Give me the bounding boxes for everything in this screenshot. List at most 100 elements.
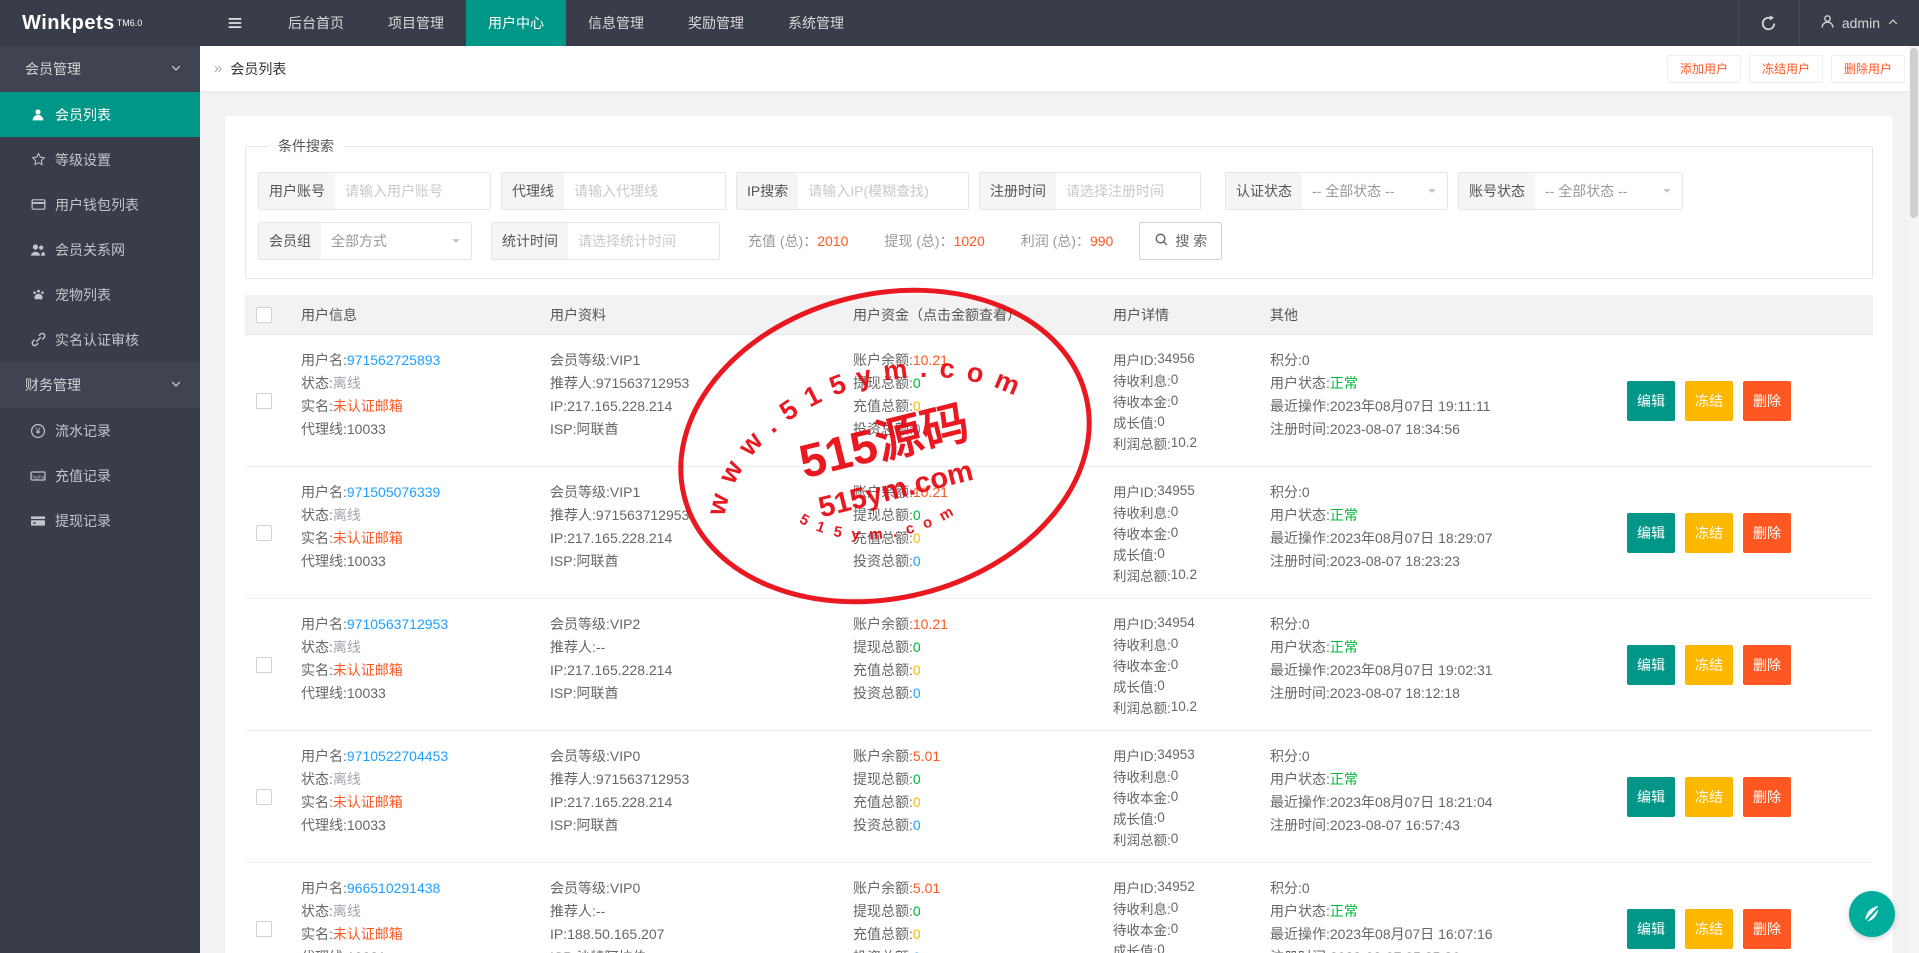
search-button[interactable]: 搜 索 (1139, 222, 1223, 260)
row-checkbox[interactable] (256, 392, 272, 409)
field-value[interactable]: 10.21 (913, 616, 948, 632)
sidebar-item-1-5[interactable]: 宠物列表 (0, 272, 200, 317)
field-value[interactable]: 0 (913, 949, 921, 953)
sidebar-group-1[interactable]: 会员管理 (0, 46, 200, 92)
field-value[interactable]: 5.01 (913, 880, 940, 896)
stat-label: 利润 (总)： (1020, 233, 1090, 249)
field-label: 积分: (1270, 351, 1302, 368)
nav-item-6[interactable]: 系统管理 (766, 0, 866, 46)
delete-button[interactable]: 删除 (1743, 908, 1791, 949)
sidebar-item-1-4[interactable]: 会员关系网 (0, 227, 200, 272)
freeze-button[interactable]: 冻结 (1685, 776, 1733, 817)
search-input[interactable] (1056, 173, 1200, 209)
column-header-1: 用户信息 (301, 306, 357, 323)
edit-button[interactable]: 编辑 (1627, 512, 1675, 553)
field-value[interactable]: 9710563712953 (347, 616, 448, 632)
field-value: 10031 (347, 949, 386, 953)
field-value[interactable]: 971505076339 (347, 484, 440, 500)
edit-button[interactable]: 编辑 (1627, 380, 1675, 421)
table-body: 用户名: 971562725893 状态: 离线 实名: 未认证邮箱 代理线: 100… (245, 335, 1873, 953)
edit-button[interactable]: 编辑 (1627, 776, 1675, 817)
search-select[interactable]: -- 全部状态 -- (1535, 173, 1682, 209)
sidebar-item-1-3[interactable]: 用户钱包列表 (0, 182, 200, 227)
field-value[interactable]: 10.21 (913, 352, 948, 368)
edit-button[interactable]: 编辑 (1627, 908, 1675, 949)
search-input[interactable] (568, 223, 719, 259)
search-input[interactable] (564, 173, 725, 209)
delete-button[interactable]: 删除 (1743, 776, 1791, 817)
hamburger-icon[interactable] (214, 0, 256, 46)
delete-button[interactable]: 删除 (1743, 380, 1791, 421)
field-value[interactable]: 0 (913, 662, 921, 678)
search-select[interactable]: 全部方式 (321, 223, 471, 259)
field-value[interactable]: 0 (913, 926, 921, 942)
sidebar-group-2[interactable]: 财务管理 (0, 362, 200, 408)
sidebar-item-2-3[interactable]: 提现记录 (0, 498, 200, 543)
field-value[interactable]: 0 (913, 507, 921, 523)
field-value[interactable]: 9710522704453 (347, 748, 448, 764)
field-value[interactable]: 0 (913, 639, 921, 655)
field-value[interactable]: 10.21 (913, 484, 948, 500)
field-value[interactable]: 0 (913, 375, 921, 391)
row-checkbox[interactable] (256, 920, 272, 937)
row-checkbox[interactable] (256, 788, 272, 805)
field-value: 217.165.228.214 (567, 661, 673, 678)
sidebar-item-2-2[interactable]: PayPal 充值记录 (0, 453, 200, 498)
field-value[interactable]: 0 (913, 398, 921, 414)
field-value: 10033 (346, 684, 386, 701)
field-value[interactable]: 0 (913, 903, 921, 919)
row-actions: 编辑 冻结 删除 (1623, 776, 1873, 817)
field-label: 投资总额: (853, 420, 913, 437)
field-line: 代理线: 10033 (301, 813, 550, 836)
sidebar-item-1-1[interactable]: 会员列表 (0, 92, 200, 137)
field-value[interactable]: 0 (913, 530, 921, 546)
field-value[interactable]: 0 (913, 421, 921, 437)
freeze-button[interactable]: 冻结 (1685, 908, 1733, 949)
search-input[interactable] (335, 173, 490, 209)
field-value[interactable]: 966510291438 (347, 880, 440, 896)
field-value[interactable]: 0 (913, 685, 921, 701)
field-value[interactable]: 971562725893 (347, 352, 440, 368)
field-value: 0 (1170, 768, 1179, 783)
sidebar-item-2-1[interactable]: ¥ 流水记录 (0, 408, 200, 453)
search-input[interactable] (798, 173, 968, 209)
page-action-button-3[interactable]: 删除用户 (1830, 54, 1905, 83)
page-action-button-1[interactable]: 添加用户 (1666, 54, 1741, 83)
field-label: 实名: (301, 925, 333, 942)
field-value[interactable]: 0 (913, 553, 921, 569)
select-all-checkbox[interactable] (256, 306, 272, 323)
field-value[interactable]: 0 (913, 771, 921, 787)
field-value: 2023-08-07 16:57:43 (1329, 816, 1460, 833)
page-action-button-2[interactable]: 冻结用户 (1748, 54, 1823, 83)
nav-item-3[interactable]: 用户中心 (466, 0, 566, 46)
search-select[interactable]: -- 全部状态 -- (1302, 173, 1447, 209)
delete-button[interactable]: 删除 (1743, 644, 1791, 685)
stat-1: 充值 (总)： 2010 (748, 231, 848, 251)
row-checkbox[interactable] (256, 656, 272, 673)
sidebar-item-1-2[interactable]: 等级设置 (0, 137, 200, 182)
field-label: 实名: (301, 793, 333, 810)
search-icon (1154, 232, 1169, 250)
nav-item-4[interactable]: 信息管理 (566, 0, 666, 46)
admin-menu[interactable]: admin (1800, 0, 1919, 46)
floating-helper-button[interactable] (1849, 891, 1895, 937)
field-label: 账户余额: (853, 747, 913, 764)
field-value[interactable]: 0 (913, 817, 921, 833)
nav-item-2[interactable]: 项目管理 (366, 0, 466, 46)
freeze-button[interactable]: 冻结 (1685, 644, 1733, 685)
freeze-button[interactable]: 冻结 (1685, 512, 1733, 553)
field-label: 用户状态: (1270, 770, 1330, 787)
field-value[interactable]: 0 (913, 794, 921, 810)
member-list-card: 条件搜索 用户账号 代理线 IP搜索 注册时间 认证状态 -- 全部状态 -- 账号状态 --… (225, 116, 1893, 953)
nav-item-1[interactable]: 后台首页 (266, 0, 366, 46)
edit-button[interactable]: 编辑 (1627, 644, 1675, 685)
nav-item-5[interactable]: 奖励管理 (666, 0, 766, 46)
delete-button[interactable]: 删除 (1743, 512, 1791, 553)
freeze-button[interactable]: 冻结 (1685, 380, 1733, 421)
field-label: 用户ID: (1113, 616, 1158, 632)
refresh-icon[interactable] (1739, 0, 1799, 46)
row-checkbox[interactable] (256, 524, 272, 541)
sidebar-item-1-6[interactable]: 实名认证审核 (0, 317, 200, 362)
field-value[interactable]: 5.01 (913, 748, 940, 764)
scrollbar-thumb[interactable] (1910, 48, 1918, 218)
